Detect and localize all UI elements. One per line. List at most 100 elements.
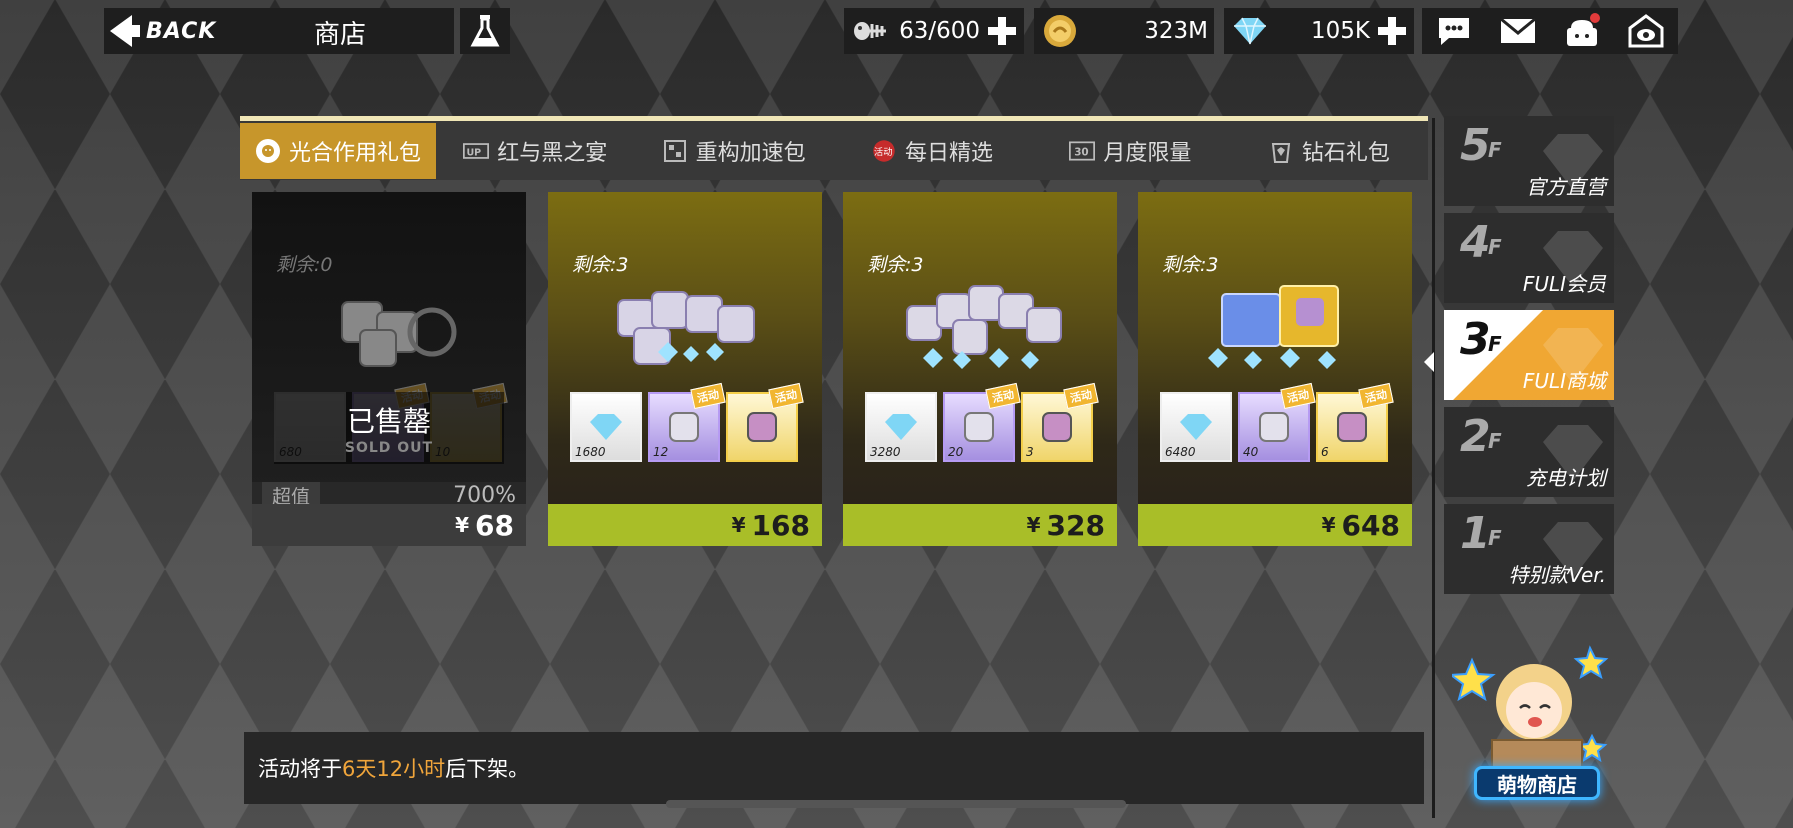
activity-badge-icon: 活动: [871, 138, 897, 164]
fish-bone-icon: [850, 11, 890, 51]
reward-yellow-die: 活动: [726, 382, 804, 462]
floor-3[interactable]: 3F FULI商城: [1444, 310, 1614, 400]
mail-icon: [1500, 17, 1536, 43]
floor-2[interactable]: 2F 充电计划: [1444, 407, 1614, 497]
dice-bundle-icon: [617, 291, 755, 365]
tab-label: 红与黑之宴: [497, 140, 608, 166]
diamond-icon: [1180, 414, 1212, 440]
flask-icon: [470, 15, 500, 47]
diamond-counter: 105K: [1224, 8, 1414, 54]
flower-icon: [255, 138, 281, 164]
die-icon: [747, 412, 777, 442]
home-button[interactable]: [1624, 11, 1668, 51]
floor-suffix: F: [1488, 138, 1502, 162]
add-stamina-button[interactable]: [986, 15, 1018, 47]
coin-counter: 323M: [1034, 8, 1214, 54]
floor-suffix: F: [1488, 429, 1502, 453]
reward-items: 6480 活动 40 活动 6: [1160, 382, 1394, 462]
price-bar[interactable]: ¥ 328: [843, 504, 1117, 546]
page-title: 商店: [314, 20, 367, 50]
floor-suffix: F: [1488, 332, 1502, 356]
floor-name: FULI会员: [1522, 272, 1606, 296]
chat-bubble-icon: [1439, 18, 1469, 45]
tab-red-black[interactable]: UP 红与黑之宴: [436, 123, 634, 179]
sold-out-sub: SOLD OUT: [344, 440, 434, 456]
floor-name: 官方直营: [1526, 175, 1606, 199]
notification-dot: [1590, 13, 1600, 23]
floor-suffix: F: [1488, 235, 1502, 259]
floor-4[interactable]: 4F FULI会员: [1444, 213, 1614, 303]
dice-bundle-icon: [906, 285, 1062, 369]
die-icon: [964, 412, 994, 442]
reward-purple-die: 活动 12: [648, 382, 726, 462]
diamond-value: 105K: [1311, 18, 1370, 44]
diamond-icon: [590, 414, 622, 440]
reward-diamond: 6480: [1160, 392, 1232, 462]
reward-purple-die: 活动 20: [943, 382, 1021, 462]
die-icon: [1042, 412, 1072, 442]
diamond-icon: [885, 414, 917, 440]
currency-symbol: ¥: [455, 513, 470, 537]
floor-divider: [1432, 118, 1435, 818]
reward-diamond: 3280: [865, 392, 937, 462]
back-button[interactable]: BACK: [146, 19, 216, 44]
gem-bag-icon: [1268, 138, 1294, 164]
gift-bundle-icon: [1208, 285, 1339, 369]
floor-5[interactable]: 5F 官方直营: [1444, 116, 1614, 206]
tab-label: 每日精选: [905, 140, 994, 166]
add-diamond-button[interactable]: [1376, 15, 1408, 47]
tab-photosynthesis[interactable]: 光合作用礼包: [240, 122, 436, 179]
thirty-badge-icon: 30: [1069, 138, 1096, 164]
cake-button[interactable]: [1560, 11, 1604, 51]
reward-items: 1680 活动 12 活动: [570, 382, 804, 462]
pack-card-648[interactable]: 剩余:3 6480 活动 40 活动 6 ¥ 648: [1138, 192, 1412, 546]
pack-card-168[interactable]: 剩余:3 1680 活动 12 活动 ¥ 168: [548, 192, 822, 546]
pack-card-328[interactable]: 剩余:3 3280 活动 20 活动 3 ¥ 328: [843, 192, 1117, 546]
notice-time: 6天12小时: [342, 757, 446, 781]
floor-number: 2: [1460, 411, 1491, 462]
floor-pointer-icon: [1424, 352, 1434, 372]
floor-suffix: F: [1488, 526, 1502, 550]
reward-diamond: 1680: [570, 392, 642, 462]
floor-number: 5: [1460, 120, 1491, 171]
die-icon: [669, 412, 699, 442]
price-bar: ¥ 68: [252, 504, 526, 546]
info-button[interactable]: [460, 8, 510, 54]
stamina-value: 63/600: [899, 18, 980, 44]
category-tabs: 光合作用礼包 UP 红与黑之宴 重构加速包 活动 每日精选 30 月度限量 钻石…: [240, 116, 1428, 180]
floor-name: 特别款Ver.: [1508, 563, 1606, 587]
home-eye-icon: [1628, 14, 1664, 48]
floor-1[interactable]: 1F 特别款Ver.: [1444, 504, 1614, 594]
back-bar: BACK 商店: [104, 8, 454, 54]
price-bar[interactable]: ¥ 168: [548, 504, 822, 546]
floor-name: FULI商城: [1522, 369, 1606, 393]
currency-symbol: ¥: [1026, 513, 1041, 537]
stamina-counter: 63/600: [844, 8, 1024, 54]
reward-yellow-die: 活动 6: [1316, 382, 1394, 462]
mail-button[interactable]: [1496, 11, 1540, 51]
tab-label: 光合作用礼包: [288, 140, 421, 166]
tab-diamond-pack[interactable]: 钻石礼包: [1230, 123, 1428, 179]
back-arrow-icon[interactable]: [110, 15, 132, 47]
svg-text:活动: 活动: [874, 145, 892, 157]
chat-button[interactable]: [1432, 11, 1476, 51]
price-value: 648: [1341, 508, 1400, 542]
coin-icon: [1040, 11, 1080, 51]
sold-out-label: 已售罄: [346, 405, 431, 438]
price-bar[interactable]: ¥ 648: [1138, 504, 1412, 546]
floor-number: 1: [1460, 508, 1491, 559]
tab-monthly-limited[interactable]: 30 月度限量: [1031, 123, 1229, 179]
reward-items: 3280 活动 20 活动 3: [865, 382, 1099, 462]
svg-text:30: 30: [1075, 146, 1089, 158]
diamond-icon: [1230, 11, 1270, 51]
mascot-shop-button[interactable]: 萌物商店: [1474, 766, 1600, 800]
back-arrow-stem: [130, 25, 140, 37]
tab-rebuild-boost[interactable]: 重构加速包: [634, 123, 832, 179]
tab-label: 重构加速包: [695, 140, 806, 166]
tab-label: 钻石礼包: [1301, 140, 1390, 166]
pack-card-68[interactable]: 剩余:0 680 活动 活动10 已售罄 SOLD OUT 超值 700% ¥ …: [252, 192, 526, 546]
up-badge-icon: UP: [463, 138, 490, 164]
dice-bundle-icon: [341, 301, 457, 367]
price-value: 168: [751, 508, 810, 542]
tab-daily-pick[interactable]: 活动 每日精选: [833, 123, 1031, 179]
